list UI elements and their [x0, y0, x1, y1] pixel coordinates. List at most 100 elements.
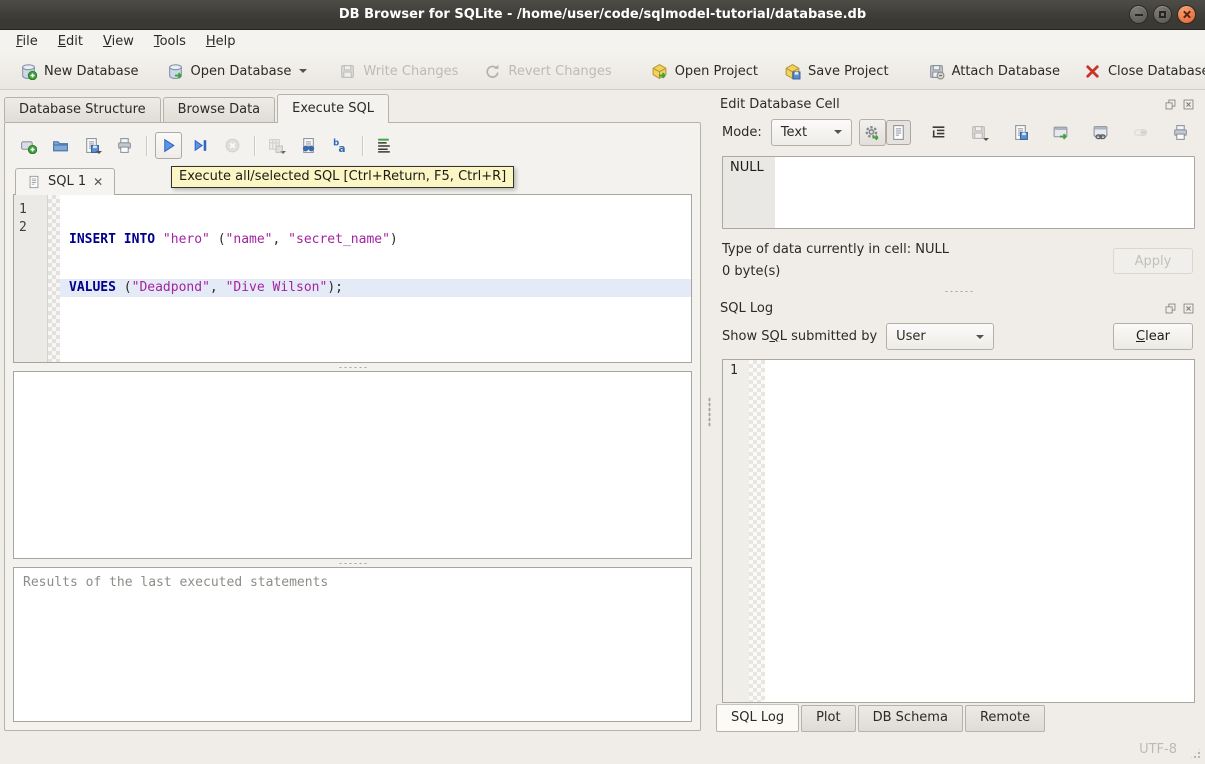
print-icon — [116, 137, 133, 154]
execute-sql-button[interactable] — [155, 132, 182, 159]
align-button[interactable] — [371, 132, 398, 159]
log-text-area — [765, 360, 1194, 702]
edit-cell-dock-title: Edit Database Cell — [712, 91, 1205, 114]
menu-view[interactable]: View — [93, 32, 144, 51]
close-button[interactable] — [1177, 5, 1196, 24]
copy-link-button[interactable] — [1088, 120, 1113, 145]
open-external-button[interactable] — [1048, 120, 1073, 145]
find-button[interactable] — [295, 132, 322, 159]
sql-line-current: VALUES ("Deadpond", "Dive Wilson"); — [60, 279, 691, 297]
menu-help[interactable]: Help — [196, 32, 246, 51]
open-project-button[interactable]: Open Project — [642, 58, 767, 85]
cell-value-editor[interactable]: NULL — [722, 156, 1195, 229]
tab-execute-sql[interactable]: Execute SQL — [277, 94, 389, 123]
save-project-icon — [784, 63, 801, 80]
window-title: DB Browser for SQLite - /home/user/code/… — [339, 7, 866, 22]
mode-select[interactable]: Text — [771, 119, 852, 146]
new-sql-tab-button[interactable] — [15, 132, 42, 159]
new-sql-tab-icon — [20, 137, 37, 154]
submitted-by-select[interactable]: User — [886, 323, 994, 350]
app-window: DB Browser for SQLite - /home/user/code/… — [0, 0, 1205, 764]
cell-size-info: 0 byte(s) — [722, 261, 949, 283]
print-cell-button[interactable] — [1168, 120, 1193, 145]
print-sql-button[interactable] — [111, 132, 138, 159]
sql-log-title: SQL Log — [720, 301, 773, 316]
cell-mode-row: Mode: Text — [712, 114, 1205, 150]
content-area: Database Structure Browse Data Execute S… — [0, 90, 1205, 734]
new-database-button[interactable]: New Database — [11, 58, 148, 85]
attach-database-button[interactable]: Attach Database — [919, 58, 1069, 85]
resize-grip[interactable] — [1189, 747, 1202, 760]
open-database-menu-arrow[interactable] — [299, 69, 307, 73]
format-sql-icon — [332, 137, 349, 154]
log-line-number-gutter: 1 — [723, 360, 749, 702]
stop-icon — [224, 137, 241, 154]
open-sql-file-button[interactable] — [47, 132, 74, 159]
print-icon — [1172, 124, 1189, 141]
float-dock-button[interactable] — [1163, 302, 1177, 316]
gear-icon — [864, 124, 881, 141]
splitter-handle[interactable] — [13, 363, 692, 371]
maximize-button[interactable] — [1153, 5, 1172, 24]
splitter-dots-icon — [338, 562, 368, 565]
bottom-tab-bar: SQL Log Plot DB Schema Remote — [712, 703, 1205, 734]
word-wrap-icon — [930, 124, 947, 141]
close-tab-icon[interactable]: ✕ — [93, 176, 103, 188]
window-controls — [1129, 5, 1196, 24]
word-wrap-button[interactable] — [926, 120, 951, 145]
execute-sql-icon — [160, 137, 177, 154]
float-icon — [1164, 98, 1177, 111]
export-file-button[interactable] — [1008, 120, 1033, 145]
close-dock-button[interactable] — [1181, 98, 1195, 112]
sql-line: INSERT INTO "hero" ("name", "secret_name… — [60, 231, 691, 249]
splitter-handle[interactable] — [13, 559, 692, 567]
editor-folding-margin — [48, 195, 60, 362]
menu-file[interactable]: File — [6, 32, 48, 51]
close-database-button[interactable]: Close Database — [1075, 58, 1205, 85]
set-null-icon — [1132, 124, 1149, 141]
save-sql-file-button[interactable] — [79, 132, 106, 159]
splitter-handle[interactable] — [712, 287, 1205, 295]
save-file-icon — [1012, 124, 1029, 141]
tab-plot[interactable]: Plot — [801, 705, 856, 732]
open-sql-file-icon — [52, 137, 69, 154]
attach-database-icon — [928, 63, 945, 80]
sql-file-icon — [27, 175, 41, 189]
menu-tools[interactable]: Tools — [144, 32, 196, 51]
import-file-icon — [970, 124, 987, 141]
tab-db-schema[interactable]: DB Schema — [858, 705, 963, 732]
execute-current-line-button[interactable] — [187, 132, 214, 159]
cell-type-info: Type of data currently in cell: NULL — [722, 239, 949, 261]
float-icon — [1164, 302, 1177, 315]
tab-browse-data[interactable]: Browse Data — [163, 97, 276, 122]
clear-log-button[interactable]: Clear — [1113, 323, 1193, 350]
line-number: 2 — [14, 219, 47, 237]
maximize-icon — [1159, 11, 1166, 18]
tab-sql-log[interactable]: SQL Log — [716, 704, 799, 732]
menu-edit[interactable]: Edit — [48, 32, 93, 51]
minimize-button[interactable] — [1129, 5, 1148, 24]
sql-code-area[interactable]: INSERT INTO "hero" ("name", "secret_name… — [60, 195, 691, 362]
execute-sql-tooltip: Execute all/selected SQL [Ctrl+Return, F… — [171, 166, 514, 188]
cell-info-row: Type of data currently in cell: NULL 0 b… — [722, 239, 1193, 283]
auto-switch-mode-button[interactable] — [859, 119, 886, 146]
text-view-icon — [890, 124, 907, 141]
float-dock-button[interactable] — [1163, 98, 1177, 112]
copy-link-icon — [1092, 124, 1109, 141]
save-project-button[interactable]: Save Project — [775, 58, 898, 85]
close-icon — [1182, 10, 1191, 19]
filter-label: Show SQL submitted by — [722, 329, 877, 344]
main-tab-bar: Database Structure Browse Data Execute S… — [0, 95, 706, 122]
open-database-button[interactable]: Open Database — [158, 58, 317, 85]
save-results-button — [263, 132, 290, 159]
save-sql-menu-arrow[interactable] — [96, 151, 102, 154]
text-view-button[interactable] — [886, 120, 911, 145]
execute-current-line-icon — [192, 137, 209, 154]
import-file-button — [966, 120, 993, 145]
close-dock-button[interactable] — [1181, 302, 1195, 316]
format-sql-button[interactable] — [327, 132, 354, 159]
tab-database-structure[interactable]: Database Structure — [4, 97, 161, 122]
sql-editor: 1 2 INSERT INTO "hero" ("name", "secret_… — [13, 194, 692, 363]
tab-remote[interactable]: Remote — [965, 705, 1045, 732]
sql-1-tab[interactable]: SQL 1 ✕ — [15, 168, 115, 195]
